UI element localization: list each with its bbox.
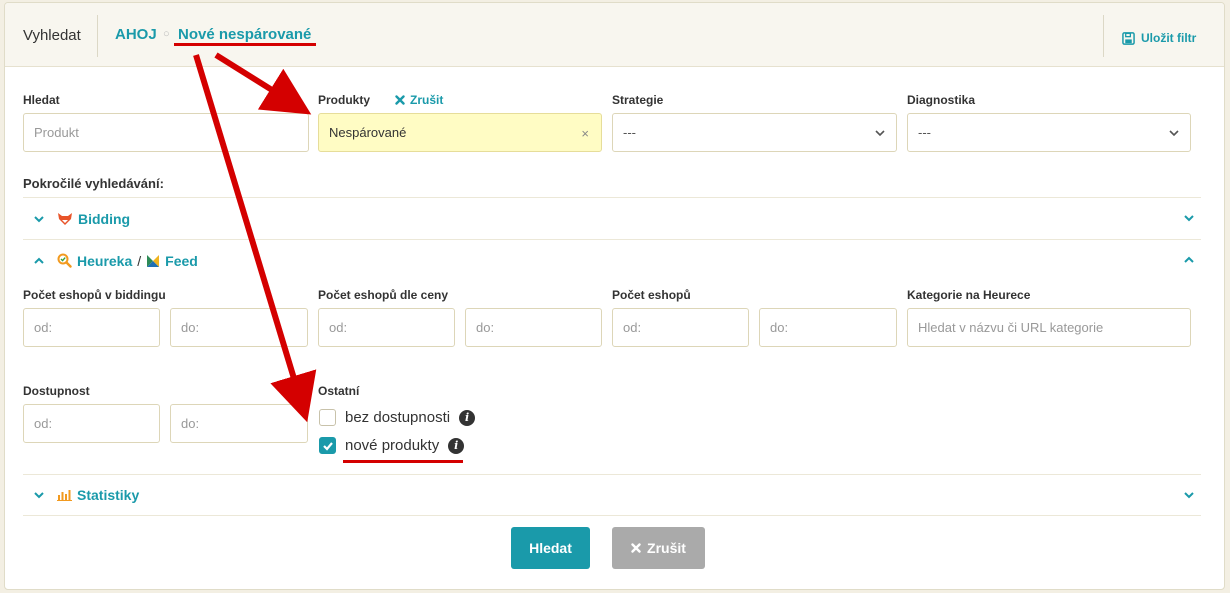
produkty-value: Nespárované — [329, 125, 407, 140]
dostupnost-to-input[interactable]: do: — [170, 404, 308, 443]
produkty-clear-link[interactable]: Zrušit — [395, 93, 443, 107]
chevron-down-icon — [1184, 215, 1194, 222]
filter-crumb-ahoj[interactable]: AHOJ — [115, 26, 157, 43]
pocet-ceny-label: Počet eshopů dle ceny — [318, 288, 449, 302]
ostatni-label: Ostatní — [318, 384, 360, 398]
fox-icon — [58, 212, 72, 225]
section-heureka-label: Heureka — [77, 252, 133, 269]
pocet-eshopu-to-input[interactable]: do: — [759, 308, 897, 347]
option-bez-dostupnosti[interactable]: bez dostupnosti i — [319, 409, 476, 426]
dostupnost-label: Dostupnost — [23, 384, 90, 398]
filter-header: Vyhledat AHOJ ○ Nové nespárované Uložit … — [5, 3, 1224, 67]
produkty-select[interactable]: Nespárované × — [318, 113, 602, 152]
strategie-value: --- — [623, 125, 636, 140]
chevron-up-icon — [1184, 256, 1194, 263]
cancel-button-label: Zrušit — [647, 540, 686, 556]
search-tab-label[interactable]: Vyhledat — [23, 27, 81, 44]
annotation-underline-checkbox — [343, 460, 463, 463]
save-filter-label: Uložit filtr — [1141, 31, 1197, 45]
feed-logo-icon — [147, 254, 160, 267]
filter-crumb-active[interactable]: Nové nespárované — [178, 26, 311, 43]
strategie-select[interactable]: --- — [612, 113, 897, 152]
nove-produkty-label: nové produkty — [345, 437, 440, 454]
section-bidding[interactable]: Bidding — [23, 197, 1201, 239]
advanced-search-label: Pokročilé vyhledávání: — [23, 176, 164, 191]
diagnostika-select[interactable]: --- — [907, 113, 1191, 152]
chevron-down-icon — [29, 213, 49, 225]
produkty-clear-x-icon[interactable]: × — [581, 126, 589, 141]
chevron-down-icon — [875, 130, 885, 137]
floppy-disk-icon — [1122, 31, 1135, 45]
diagnostika-value: --- — [918, 125, 931, 140]
kategorie-label: Kategorie na Heurece — [907, 288, 1031, 302]
info-icon[interactable]: i — [448, 437, 465, 454]
info-icon[interactable]: i — [459, 409, 476, 426]
pocet-bidding-from-input[interactable]: od: — [23, 308, 160, 347]
pocet-bidding-label: Počet eshopů v biddingu — [23, 288, 166, 302]
checkmark-icon — [322, 441, 333, 451]
diagnostika-label: Diagnostika — [907, 93, 976, 107]
kategorie-search-input[interactable]: Hledat v názvu či URL kategorie — [907, 308, 1191, 347]
pocet-eshopu-label: Počet eshopů — [612, 288, 691, 302]
produkty-label: Produkty — [318, 93, 371, 107]
chevron-down-icon — [1184, 492, 1194, 499]
hledat-label: Hledat — [23, 93, 60, 107]
strategie-label: Strategie — [612, 93, 664, 107]
nove-produkty-checkbox[interactable] — [319, 437, 336, 454]
dostupnost-from-input[interactable]: od: — [23, 404, 160, 443]
close-icon — [631, 543, 641, 553]
search-button[interactable]: Hledat — [511, 527, 590, 569]
section-statistiky-label: Statistiky — [77, 487, 140, 503]
crumb-separator: ○ — [163, 28, 170, 40]
chevron-down-icon — [29, 489, 49, 501]
save-filter-button[interactable]: Uložit filtr — [1122, 31, 1196, 45]
section-statistiky-title: Statistiky — [57, 487, 139, 503]
product-search-input[interactable]: Produkt — [23, 113, 309, 152]
bar-chart-icon — [57, 490, 72, 501]
section-heureka-title: Heureka / Feed — [57, 253, 198, 269]
produkty-clear-label: Zrušit — [410, 93, 444, 107]
section-statistiky[interactable]: Statistiky — [23, 474, 1201, 516]
section-heureka-separator: / — [137, 252, 142, 269]
annotation-underline-crumb — [174, 43, 316, 46]
bez-dostupnosti-checkbox[interactable] — [319, 409, 336, 426]
close-icon — [395, 95, 405, 105]
section-feed-label: Feed — [165, 252, 198, 269]
section-bidding-title: Bidding — [57, 211, 130, 227]
cancel-button[interactable]: Zrušit — [612, 527, 705, 569]
section-heureka-feed[interactable]: Heureka / Feed — [23, 239, 1201, 281]
heureka-magnifier-icon — [57, 253, 72, 268]
section-bidding-label: Bidding — [78, 210, 131, 227]
option-nove-produkty[interactable]: nové produkty i — [319, 437, 465, 454]
bez-dostupnosti-label: bez dostupnosti — [345, 409, 451, 426]
pocet-ceny-to-input[interactable]: do: — [465, 308, 602, 347]
pocet-ceny-from-input[interactable]: od: — [318, 308, 455, 347]
header-divider — [97, 15, 98, 57]
pocet-eshopu-from-input[interactable]: od: — [612, 308, 749, 347]
chevron-up-icon — [29, 255, 49, 267]
chevron-down-icon — [1169, 130, 1179, 137]
filter-panel: Vyhledat AHOJ ○ Nové nespárované Uložit … — [4, 2, 1225, 590]
pocet-bidding-to-input[interactable]: do: — [170, 308, 308, 347]
header-divider-right — [1103, 15, 1104, 57]
